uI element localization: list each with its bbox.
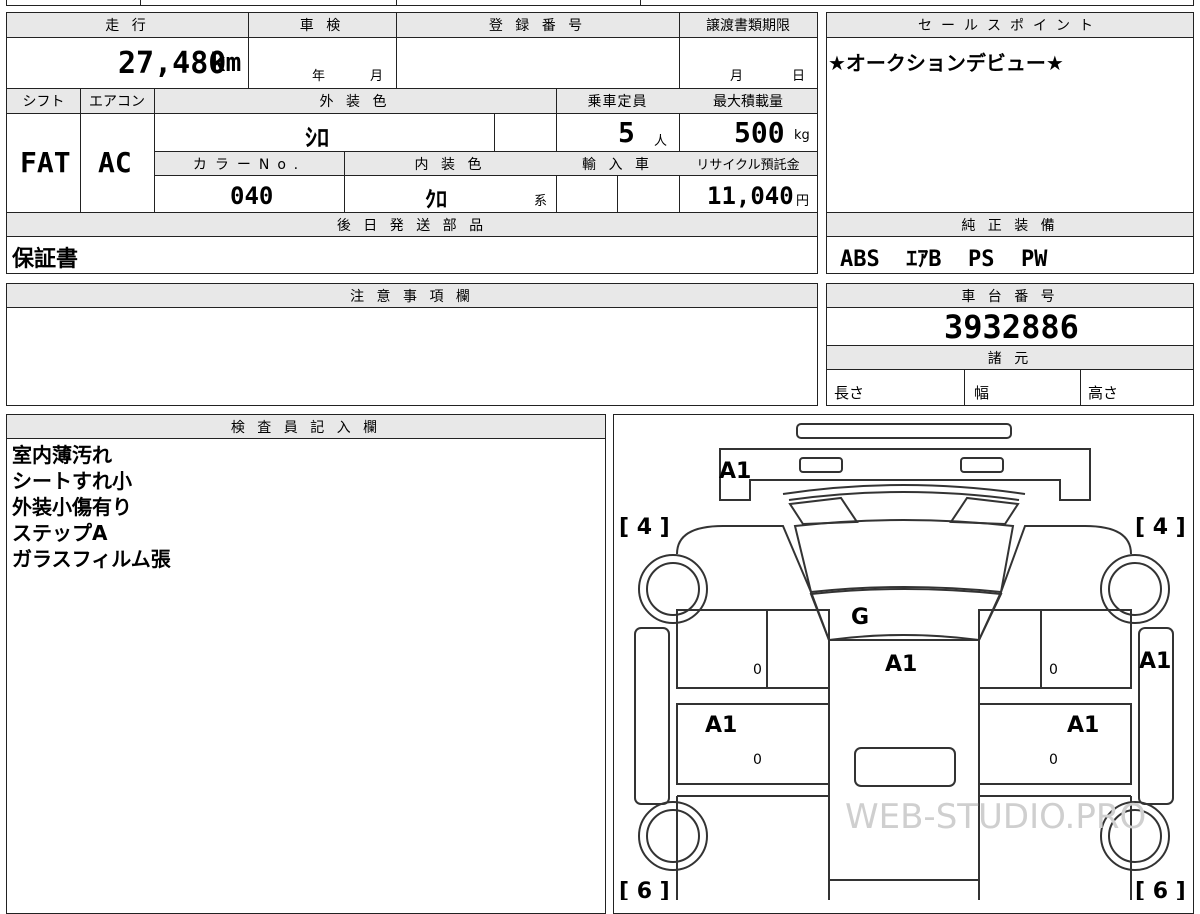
tag-g: G <box>851 605 869 630</box>
watermark: WEB-STUDIO.PRO <box>845 797 1146 837</box>
door-mark: 0 <box>753 662 762 678</box>
chassis-number: 3932886 <box>944 308 1079 346</box>
fog-lamp-right <box>949 496 1020 526</box>
inspection-year-unit: 年 <box>312 69 326 84</box>
inspection-month-unit: 月 <box>370 69 384 84</box>
tag-a1-front: A1 <box>719 459 751 484</box>
headlight-left <box>799 457 843 473</box>
door-mark: 0 <box>753 752 762 768</box>
header-import: 輸 入 車 <box>556 152 679 175</box>
header-sales-point: セールスポイント <box>827 13 1193 37</box>
bracket-front-left: [ 4 ] <box>619 515 670 540</box>
color-no-value: 040 <box>230 182 274 210</box>
bracket-rear-left: [ 6 ] <box>619 879 670 900</box>
header-exterior-color: 外 装 色 <box>154 89 556 113</box>
wheel-front-left <box>638 554 708 624</box>
spec-width: 幅 <box>974 384 990 402</box>
inspector-note: ステップA <box>12 521 108 545</box>
hood-panel <box>793 519 1015 594</box>
header-color-no: カラーNo. <box>155 152 344 175</box>
tag-a1-right-door: A1 <box>1067 713 1099 738</box>
door-mark: 0 <box>1049 752 1058 768</box>
header-aircon: エアコン <box>80 89 154 113</box>
inspector-note: 室内薄汚れ <box>12 443 112 467</box>
tag-a1-left-door: A1 <box>705 713 737 738</box>
exterior-color-value: ｼﾛ <box>305 124 329 152</box>
door-rear-right <box>978 703 1132 785</box>
bracket-front-right: [ 4 ] <box>1135 515 1186 540</box>
fender-front-left <box>676 525 830 641</box>
interior-color-value: ｸﾛ <box>425 188 448 213</box>
tag-a1-roof: A1 <box>885 652 917 677</box>
windshield <box>809 588 1003 642</box>
header-shift: シフト <box>7 89 80 113</box>
inspector-note: シートすれ小 <box>12 469 132 493</box>
spec-height: 高さ <box>1088 384 1119 402</box>
equipment-value: ABS ｴｱB PS PW <box>840 247 1048 272</box>
recycle-unit: 円 <box>796 194 810 209</box>
divider <box>640 0 641 6</box>
divider <box>140 0 141 6</box>
car-diagram: A1 G A1 A1 A1 A1 [ 4 ] [ 4 ] [ 6 ] [ 6 ]… <box>619 423 1186 900</box>
inspector-note: ガラスフィルム張 <box>12 547 171 571</box>
shift-value: FAT <box>20 146 71 179</box>
front-lip <box>796 423 1012 439</box>
header-transfer-deadline: 譲渡書類期限 <box>679 13 817 37</box>
deadline-day-unit: 日 <box>792 69 806 84</box>
sales-point-section <box>826 12 1194 214</box>
capacity-value: 5 <box>618 116 635 149</box>
header-inspector: 検 査 員 記 入 欄 <box>7 415 605 438</box>
fog-lamp-left <box>788 496 859 526</box>
max-load-unit: kg <box>794 128 810 143</box>
mileage-unit: km <box>210 48 242 78</box>
roof-panel <box>828 639 980 900</box>
wheel-front-right <box>1100 554 1170 624</box>
divider <box>396 0 397 6</box>
headlight-right <box>960 457 1004 473</box>
top-cut-row <box>6 0 1194 6</box>
header-interior-color: 内 装 色 <box>344 152 556 175</box>
max-load-value: 500 <box>734 116 785 149</box>
sunroof <box>854 747 956 787</box>
header-specs: 諸 元 <box>827 346 1193 369</box>
later-parts-value: 保証書 <box>12 247 79 272</box>
step-left <box>634 627 670 805</box>
header-later-parts: 後 日 発 送 部 品 <box>7 213 817 236</box>
rear-panel <box>828 879 980 900</box>
recycle-value: 11,040 <box>707 182 794 210</box>
header-capacity: 乗車定員 <box>556 89 679 113</box>
hood-edge-inner <box>788 491 1020 501</box>
header-registration: 登 録 番 号 <box>396 13 679 37</box>
deadline-month-unit: 月 <box>730 69 744 84</box>
wheel-rear-left <box>638 801 708 871</box>
header-recycle: リサイクル預託金 <box>679 152 817 175</box>
header-chassis: 車 台 番 号 <box>827 284 1193 307</box>
header-inspection: 車 検 <box>248 13 396 37</box>
aircon-value: AC <box>98 146 132 179</box>
header-max-load: 最大積載量 <box>679 89 817 113</box>
bracket-rear-right: [ 6 ] <box>1135 879 1186 900</box>
door-rear-left <box>676 703 830 785</box>
header-mileage: 走 行 <box>7 13 248 37</box>
header-notes: 注 意 事 項 欄 <box>7 284 817 307</box>
tag-a1-right-step: A1 <box>1139 649 1171 674</box>
sales-point-value: ★オークションデビュー★ <box>828 51 1064 75</box>
capacity-unit: 人 <box>654 134 668 149</box>
door-mark: 0 <box>1049 662 1058 678</box>
inspector-note: 外装小傷有り <box>12 495 132 519</box>
spec-length: 長さ <box>834 384 865 402</box>
interior-color-suffix: 系 <box>534 194 548 209</box>
header-equipment: 純 正 装 備 <box>827 213 1193 236</box>
